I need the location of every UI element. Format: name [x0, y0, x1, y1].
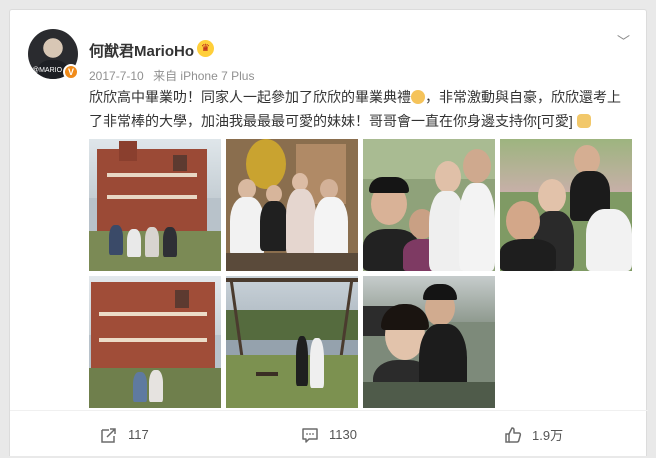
action-bar: 117 1130 1.9万	[10, 410, 648, 457]
photo-3[interactable]	[363, 139, 495, 271]
author-name[interactable]: 何猷君MarioHo	[89, 40, 194, 61]
like-count: 1.9万	[532, 428, 564, 443]
share-button[interactable]: 117	[100, 411, 149, 458]
comment-icon	[302, 427, 318, 443]
post-text-line-1-part-2: ，非常激動與自豪，欣欣還考上	[425, 89, 621, 105]
post-text-line-1-part-1: 欣欣高中畢業叻！同家人一起參加了欣欣的畢業典禮	[89, 89, 411, 105]
like-button[interactable]: 1.9万	[504, 411, 563, 458]
post-source: 来自 iPhone 7 Plus	[153, 69, 255, 83]
crown-icon[interactable]: ♛	[197, 40, 214, 57]
clap-emoji-icon	[411, 90, 425, 104]
avatar-tag: @MARIO	[32, 67, 63, 74]
photo-1[interactable]	[89, 139, 221, 271]
post-text-line-1: 欣欣高中畢業叻！同家人一起參加了欣欣的畢業典禮 ，非常激動與自豪，欣欣還考上	[89, 85, 634, 109]
verified-badge-icon: V	[63, 64, 79, 80]
photo-6[interactable]	[226, 276, 358, 408]
photo-5[interactable]	[89, 276, 221, 408]
thumbs-up-icon	[505, 426, 522, 443]
comment-button[interactable]: 1130	[301, 411, 357, 458]
comment-count: 1130	[329, 427, 357, 442]
post-text-line-2-text: 了非常棒的大學，加油我最最最可愛的妹妹！哥哥會一直在你身邊支持你[可愛]	[89, 113, 573, 129]
share-count: 117	[128, 427, 149, 442]
photo-4[interactable]	[500, 139, 632, 271]
share-icon	[101, 427, 116, 443]
post-meta: 2017-7-10 来自 iPhone 7 Plus	[89, 67, 260, 84]
weibo-post-card: @MARIO V 何猷君MarioHo ♛ 2017-7-10 来自 iPhon…	[9, 9, 648, 457]
photo-grid	[89, 139, 633, 408]
post-date[interactable]: 2017-7-10	[89, 69, 144, 83]
photo-2[interactable]	[226, 139, 358, 271]
photo-7[interactable]	[363, 276, 495, 408]
pray-emoji-icon	[576, 114, 591, 128]
post-text-line-2: 了非常棒的大學，加油我最最最可愛的妹妹！哥哥會一直在你身邊支持你[可愛]	[89, 109, 634, 133]
post-text: 欣欣高中畢業叻！同家人一起參加了欣欣的畢業典禮 ，非常激動與自豪，欣欣還考上 了非…	[89, 85, 634, 133]
chevron-down-icon[interactable]: ﹀	[617, 31, 630, 50]
